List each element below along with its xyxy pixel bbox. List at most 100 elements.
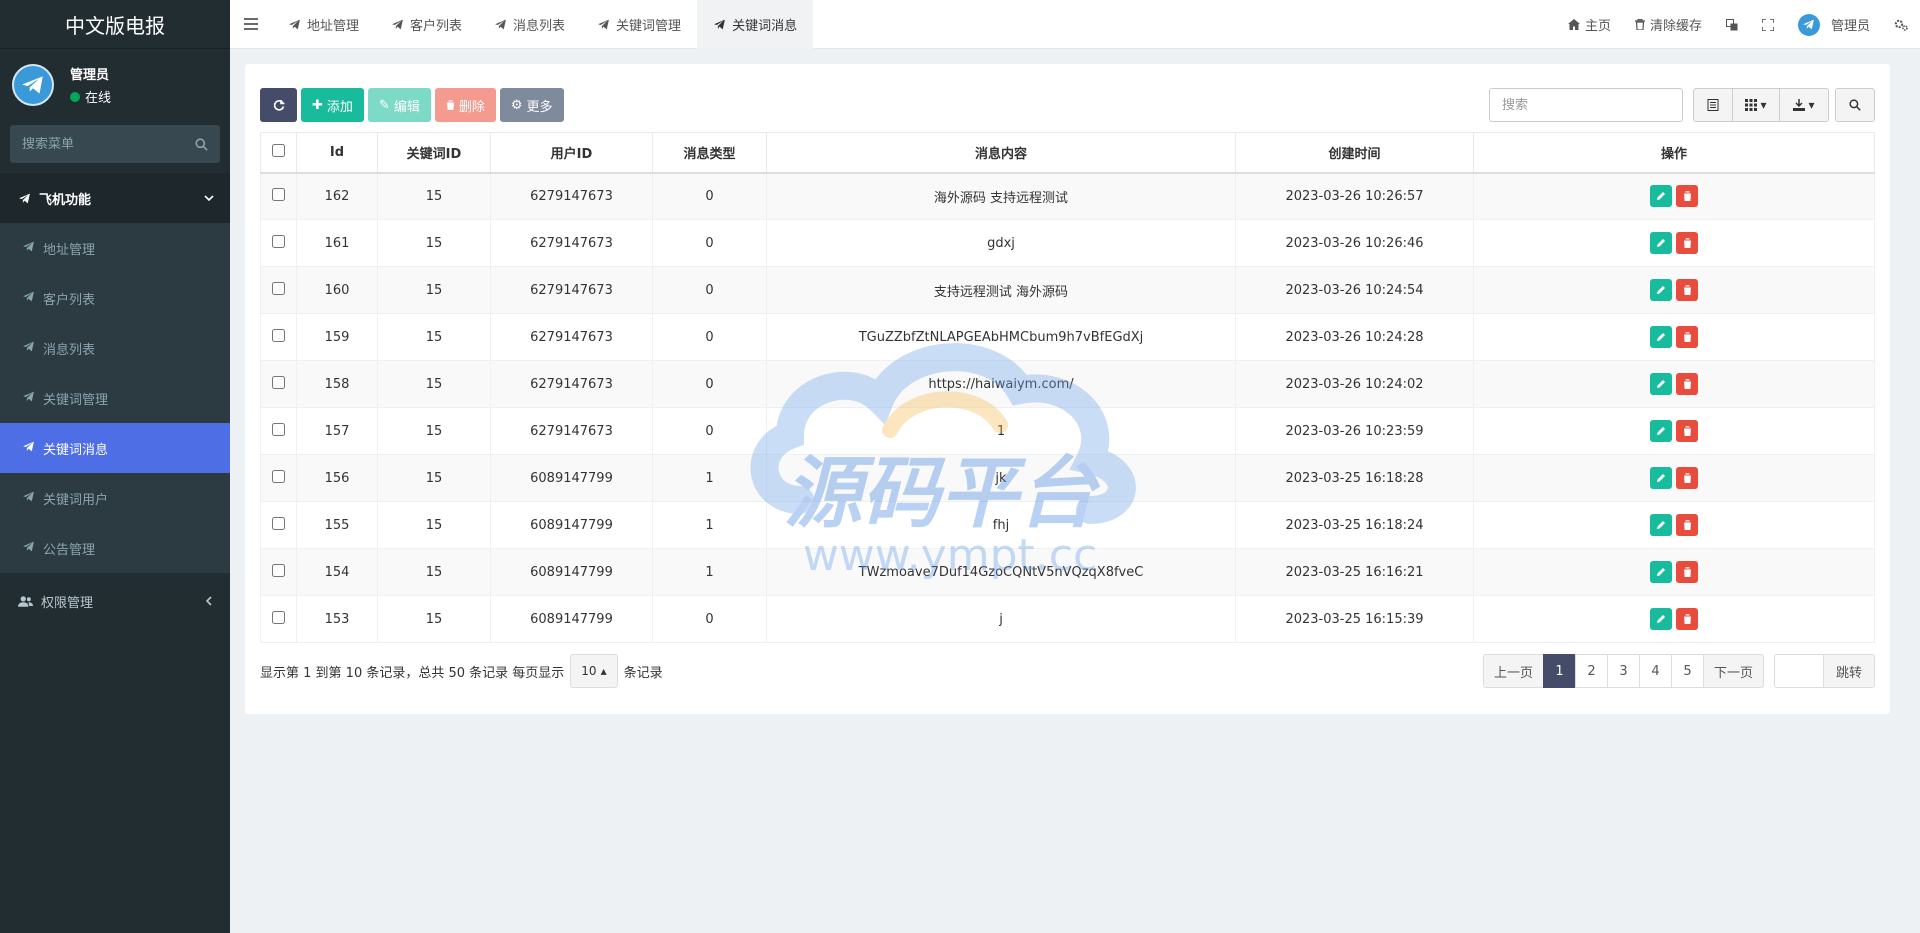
row-delete-button[interactable] [1676,373,1698,395]
column-header[interactable]: 用户ID [490,132,653,174]
row-delete-button[interactable] [1676,608,1698,630]
sidebar-item-address[interactable]: 地址管理 [0,223,230,273]
column-header[interactable]: 创建时间 [1235,132,1474,174]
cell-user-id: 6279147673 [490,313,653,361]
row-select-cell [260,407,297,455]
sidebar-item-keywords[interactable]: 关键词管理 [0,373,230,423]
row-delete-button[interactable] [1676,326,1698,348]
row-select-cell [260,360,297,408]
jump-button[interactable]: 跳转 [1822,654,1875,688]
next-page-button[interactable]: 下一页 [1702,654,1764,688]
column-header[interactable]: 消息内容 [766,132,1236,174]
tab-keyword-messages[interactable]: 关键词消息 [697,0,814,49]
more-button[interactable]: ⚙ 更多 [499,88,564,122]
menu-group-plane[interactable]: 飞机功能 [0,173,230,223]
sidebar-item-keyword-messages[interactable]: 关键词消息 [0,423,230,473]
row-edit-button[interactable] [1650,420,1672,442]
row-delete-button[interactable] [1676,279,1698,301]
tab-keywords[interactable]: 关键词管理 [581,0,697,49]
sidebar-item-announcements[interactable]: 公告管理 [0,523,230,573]
row-checkbox[interactable] [272,422,285,436]
row-checkbox[interactable] [272,234,285,248]
admin-menu[interactable]: 管理员 [1786,0,1882,49]
search-icon[interactable] [195,137,208,151]
search-toggle-button[interactable] [1835,88,1875,122]
column-header[interactable]: Id [296,132,378,174]
table-row[interactable]: 155 15 6089147799 1 fhj 2023-03-25 16:18:24 [260,501,1875,549]
clear-cache-link[interactable]: 清除缓存 [1623,0,1714,49]
fullscreen-link[interactable] [1750,0,1786,49]
row-edit-button[interactable] [1650,326,1672,348]
page-size-select[interactable]: 10 ▴ [570,654,618,688]
sidebar-item-messages[interactable]: 消息列表 [0,323,230,373]
toggle-view-button[interactable] [1693,88,1733,122]
row-delete-button[interactable] [1676,514,1698,536]
row-checkbox[interactable] [272,469,285,483]
tab-address[interactable]: 地址管理 [272,0,375,49]
table-row[interactable]: 162 15 6279147673 0 海外源码 支持远程测试 2023-03-26 10… [260,172,1875,220]
avatar [12,64,54,106]
telegram-icon [22,76,43,94]
table-row[interactable]: 157 15 6279147673 0 1 2023-03-26 10:23:59 [260,407,1875,455]
row-edit-button[interactable] [1650,279,1672,301]
tab-customers[interactable]: 客户列表 [375,0,478,49]
row-checkbox[interactable] [272,187,285,201]
app-brand[interactable]: 中文版电报 [0,0,230,49]
translate-link[interactable] [1714,0,1750,49]
menu-group-permissions[interactable]: 权限管理 [0,573,230,629]
table-row[interactable]: 153 15 6089147799 0 j 2023-03-25 16:15:39 [260,595,1875,643]
page-button[interactable]: 2 [1574,654,1608,688]
row-delete-button[interactable] [1676,232,1698,254]
row-checkbox[interactable] [272,563,285,577]
select-all-checkbox[interactable] [272,143,285,157]
cell-id: 158 [296,360,378,408]
column-header[interactable]: 消息类型 [652,132,767,174]
page-button[interactable]: 1 [1542,654,1576,688]
sidebar-search-input[interactable] [22,136,192,152]
row-checkbox[interactable] [272,516,285,530]
row-edit-button[interactable] [1650,514,1672,536]
sidebar-item-customers[interactable]: 客户列表 [0,273,230,323]
edit-button[interactable]: ✎ 编辑 [367,88,431,122]
row-checkbox[interactable] [272,328,285,342]
column-header[interactable]: 关键词ID [377,132,491,174]
row-delete-button[interactable] [1676,185,1698,208]
page-button[interactable]: 5 [1670,654,1704,688]
cell-id: 162 [296,172,378,220]
export-button[interactable]: ▾ [1779,88,1829,122]
row-edit-button[interactable] [1650,373,1672,395]
row-edit-button[interactable] [1650,608,1672,630]
cell-created-time: 2023-03-25 16:15:39 [1235,595,1474,643]
table-row[interactable]: 159 15 6279147673 0 TGuZZbfZtNLAPGEAbHMCbum9… [260,313,1875,361]
row-delete-button[interactable] [1676,561,1698,583]
table-row[interactable]: 154 15 6089147799 1 TWzmoave7Duf14GzoCQNtV5n… [260,548,1875,596]
table-row[interactable]: 161 15 6279147673 0 gdxj 2023-03-26 10:26:46 [260,219,1875,267]
settings-link[interactable] [1882,0,1920,49]
prev-page-button[interactable]: 上一页 [1482,654,1544,688]
delete-button[interactable]: 删除 [434,88,496,122]
row-checkbox[interactable] [272,375,285,389]
table-row[interactable]: 158 15 6279147673 0 https://haiwaiym.com/202… [260,360,1875,408]
tab-messages[interactable]: 消息列表 [478,0,581,49]
row-delete-button[interactable] [1676,467,1698,489]
row-checkbox[interactable] [272,610,285,624]
row-checkbox[interactable] [272,281,285,295]
table-row[interactable]: 160 15 6279147673 0 支持远程测试 海外源码 2023-03-26 10… [260,266,1875,314]
add-button[interactable]: ✚ 添加 [301,88,364,122]
row-edit-button[interactable] [1650,232,1672,254]
columns-button[interactable]: ▾ [1732,88,1780,122]
pencil-icon [1657,474,1665,482]
table-search-input[interactable] [1489,88,1683,122]
row-edit-button[interactable] [1650,467,1672,489]
jump-page-input[interactable] [1773,654,1824,688]
page-button[interactable]: 3 [1606,654,1640,688]
row-edit-button[interactable] [1650,561,1672,583]
refresh-button[interactable] [260,88,297,122]
row-edit-button[interactable] [1650,185,1672,208]
sidebar-item-keyword-users[interactable]: 关键词用户 [0,473,230,523]
menu-toggle-icon[interactable] [230,0,272,49]
home-link[interactable]: 主页 [1556,0,1623,49]
table-row[interactable]: 156 15 6089147799 1 jk 2023-03-25 16:18:28 [260,454,1875,502]
page-button[interactable]: 4 [1638,654,1672,688]
row-delete-button[interactable] [1676,420,1698,442]
